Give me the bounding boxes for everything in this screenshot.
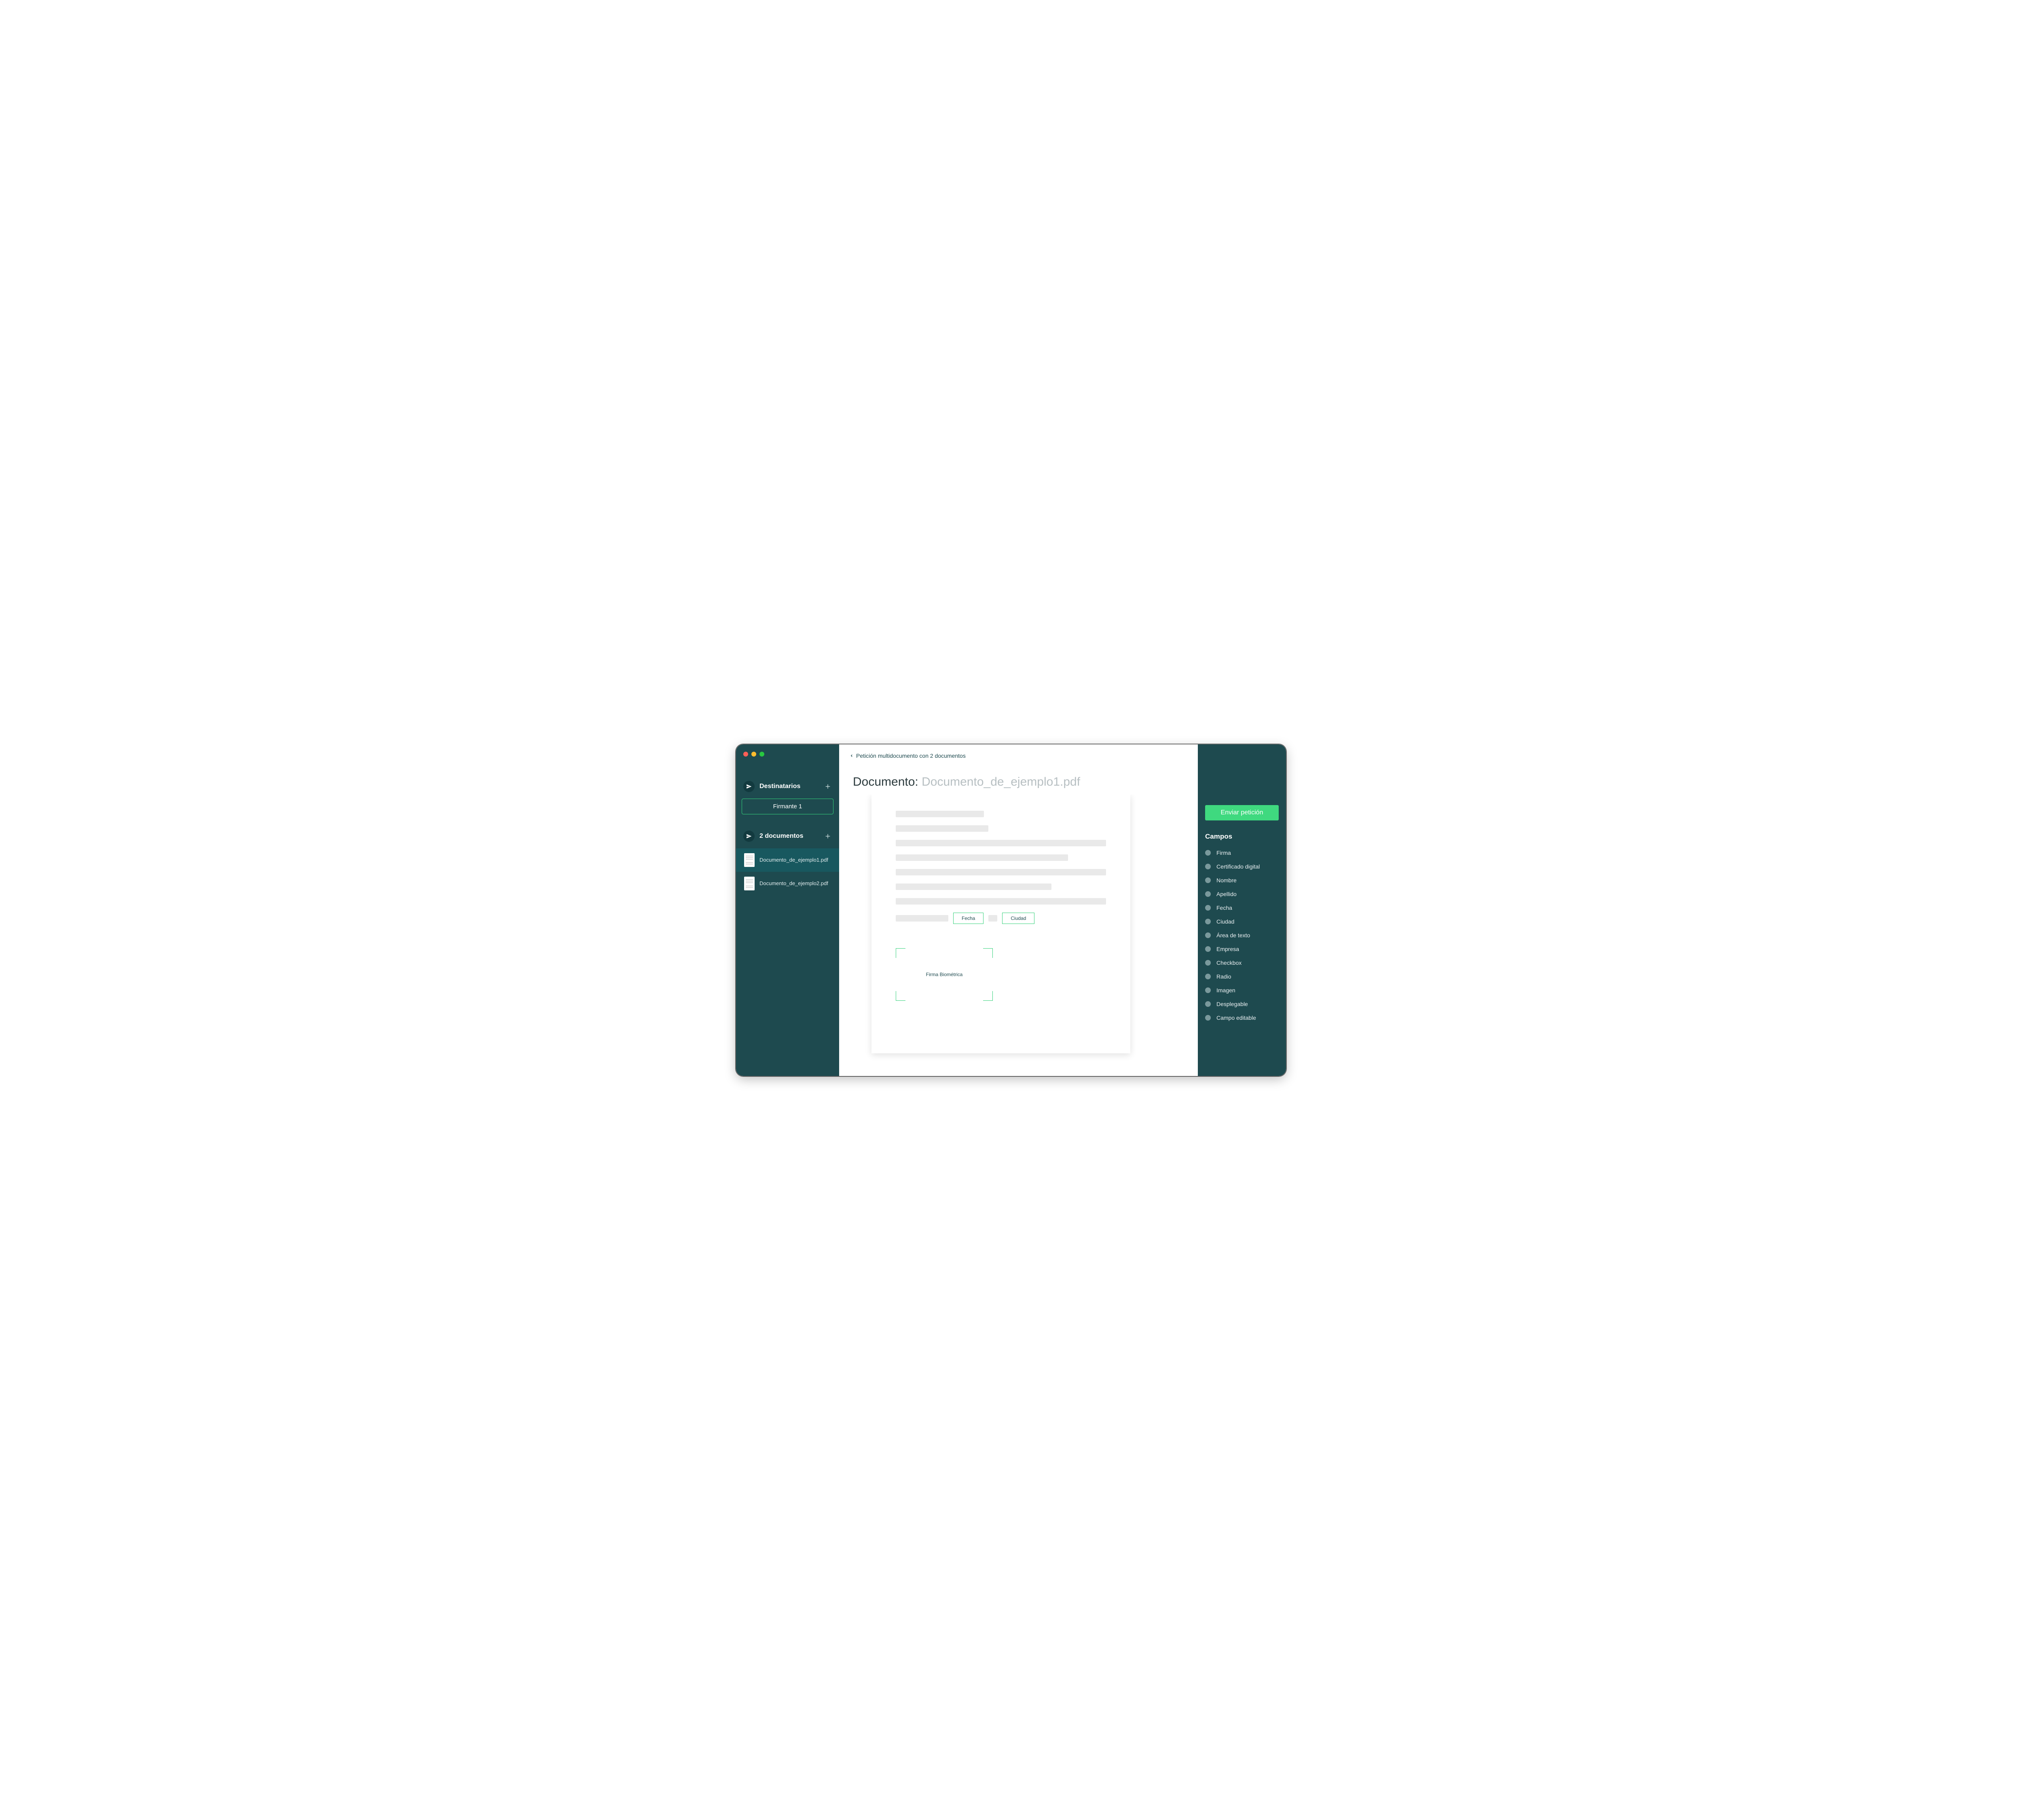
field-type-item[interactable]: Nombre [1205, 874, 1279, 887]
breadcrumb-label: Petición multidocumento con 2 documentos [856, 753, 966, 759]
main-content: Petición multidocumento con 2 documentos… [839, 744, 1198, 1076]
placeholder-line [896, 884, 1051, 890]
window-close-button[interactable] [743, 752, 748, 757]
placeholder-line [896, 898, 1106, 905]
recipients-header: Destinatarios [742, 777, 833, 796]
field-type-label: Apellido [1216, 891, 1237, 897]
dot-icon [1205, 932, 1211, 938]
field-type-item[interactable]: Área de texto [1205, 929, 1279, 942]
field-type-item[interactable]: Firma [1205, 846, 1279, 859]
documents-header-left: 2 documentos [743, 831, 803, 842]
add-recipient-button[interactable] [824, 782, 832, 791]
field-type-label: Checkbox [1216, 960, 1242, 966]
field-type-label: Certificado digital [1216, 863, 1260, 870]
recipients-title: Destinatarios [759, 783, 800, 790]
field-type-label: Radio [1216, 973, 1231, 980]
document-canvas: Fecha Ciudad Firma Biométrica [839, 795, 1198, 1076]
field-type-label: Desplegable [1216, 1001, 1248, 1007]
field-type-item[interactable]: Empresa [1205, 943, 1279, 955]
field-ciudad[interactable]: Ciudad [1002, 913, 1034, 924]
right-panel: Enviar petición Campos Firma Certificado… [1198, 744, 1286, 1076]
field-type-item[interactable]: Apellido [1205, 888, 1279, 900]
placeholder-line [896, 825, 988, 832]
field-type-label: Fecha [1216, 905, 1232, 911]
sidebar: Destinatarios Firmante 1 2 documentos [736, 744, 839, 1076]
field-type-label: Área de texto [1216, 932, 1250, 939]
inline-fields-row: Fecha Ciudad [896, 913, 1106, 924]
field-type-label: Nombre [1216, 877, 1237, 884]
document-name: Documento_de_ejemplo1.pdf [759, 856, 828, 864]
document-page[interactable]: Fecha Ciudad Firma Biométrica [871, 795, 1130, 1053]
corner-icon [896, 991, 905, 1001]
dot-icon [1205, 1001, 1211, 1007]
field-type-label: Ciudad [1216, 918, 1234, 925]
document-thumbnail-icon [744, 877, 755, 890]
document-title-label: Documento: [853, 775, 922, 788]
documents-title: 2 documentos [759, 833, 803, 840]
window-controls [736, 752, 839, 757]
app-window: Destinatarios Firmante 1 2 documentos [736, 744, 1286, 1076]
documents-section-header-wrap: 2 documentos [736, 827, 839, 846]
dot-icon [1205, 891, 1211, 897]
field-type-label: Empresa [1216, 946, 1239, 952]
field-type-item[interactable]: Checkbox [1205, 956, 1279, 969]
dot-icon [1205, 974, 1211, 979]
document-title: Documento: Documento_de_ejemplo1.pdf [839, 763, 1198, 795]
placeholder-line [988, 915, 997, 922]
fields-panel-title: Campos [1205, 833, 1279, 841]
dot-icon [1205, 1015, 1211, 1021]
signature-label: Firma Biométrica [926, 972, 963, 977]
chevron-left-icon [850, 753, 854, 759]
corner-icon [983, 948, 993, 958]
field-type-item[interactable]: Desplegable [1205, 998, 1279, 1010]
documents-list: Documento_de_ejemplo1.pdf Documento_de_e… [736, 848, 839, 895]
document-thumbnail-icon [744, 853, 755, 867]
document-name: Documento_de_ejemplo2.pdf [759, 880, 828, 887]
placeholder-line [896, 840, 1106, 846]
field-type-item[interactable]: Radio [1205, 970, 1279, 983]
fields-list: Firma Certificado digital Nombre Apellid… [1205, 846, 1279, 1024]
field-type-label: Firma [1216, 850, 1231, 856]
window-minimize-button[interactable] [751, 752, 756, 757]
recipients-header-left: Destinatarios [743, 781, 800, 792]
corner-icon [983, 991, 993, 1001]
signer-button[interactable]: Firmante 1 [742, 799, 833, 814]
dot-icon [1205, 919, 1211, 924]
dot-icon [1205, 905, 1211, 911]
breadcrumb-back[interactable]: Petición multidocumento con 2 documentos [839, 744, 1198, 763]
documents-header: 2 documentos [742, 827, 833, 846]
placeholder-line [896, 869, 1106, 875]
document-title-filename: Documento_de_ejemplo1.pdf [922, 775, 1080, 788]
field-type-item[interactable]: Campo editable [1205, 1011, 1279, 1024]
placeholder-line [896, 915, 948, 922]
placeholder-line [896, 854, 1068, 861]
signature-field[interactable]: Firma Biométrica [896, 948, 993, 1001]
paper-plane-icon [743, 781, 755, 792]
placeholder-line [896, 811, 984, 817]
add-document-button[interactable] [824, 832, 832, 840]
field-type-label: Campo editable [1216, 1015, 1256, 1021]
dot-icon [1205, 960, 1211, 966]
dot-icon [1205, 850, 1211, 856]
document-item[interactable]: Documento_de_ejemplo2.pdf [736, 872, 839, 895]
recipients-section: Destinatarios Firmante 1 [736, 777, 839, 814]
document-item[interactable]: Documento_de_ejemplo1.pdf [736, 848, 839, 872]
dot-icon [1205, 946, 1211, 952]
field-type-item[interactable]: Ciudad [1205, 915, 1279, 928]
dot-icon [1205, 864, 1211, 869]
field-type-item[interactable]: Imagen [1205, 984, 1279, 997]
field-fecha[interactable]: Fecha [953, 913, 984, 924]
corner-icon [896, 948, 905, 958]
dot-icon [1205, 877, 1211, 883]
field-type-item[interactable]: Certificado digital [1205, 860, 1279, 873]
field-type-label: Imagen [1216, 987, 1235, 993]
window-fullscreen-button[interactable] [759, 752, 764, 757]
send-request-button[interactable]: Enviar petición [1205, 805, 1279, 820]
field-type-item[interactable]: Fecha [1205, 901, 1279, 914]
paper-plane-icon [743, 831, 755, 842]
dot-icon [1205, 987, 1211, 993]
